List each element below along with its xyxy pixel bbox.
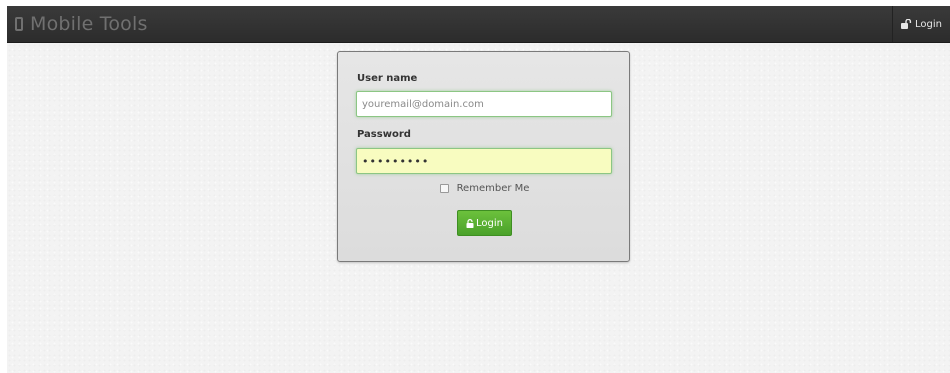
password-input[interactable] (356, 148, 612, 174)
login-panel: User name Password Remember Me Login (337, 51, 630, 262)
login-button[interactable]: Login (457, 210, 512, 236)
nav-login-label: Login (915, 18, 942, 30)
lock-icon (466, 218, 474, 228)
remember-me-checkbox[interactable] (439, 184, 449, 193)
remember-me-row: Remember Me (338, 183, 629, 194)
main-content: User name Password Remember Me Login (7, 43, 950, 373)
brand[interactable]: Mobile Tools (13, 11, 148, 37)
password-label: Password (357, 129, 411, 140)
remember-me-label[interactable]: Remember Me (457, 183, 530, 194)
page: Mobile Tools Login User name Password Re… (0, 0, 950, 373)
username-label: User name (357, 73, 418, 84)
brand-title: Mobile Tools (30, 13, 148, 35)
top-navbar: Mobile Tools Login (7, 6, 950, 43)
unlock-icon (901, 19, 912, 29)
login-button-label: Login (476, 217, 503, 229)
mobile-phone-icon (15, 17, 23, 31)
nav-login-link[interactable]: Login (892, 6, 950, 42)
username-input[interactable] (356, 91, 612, 117)
